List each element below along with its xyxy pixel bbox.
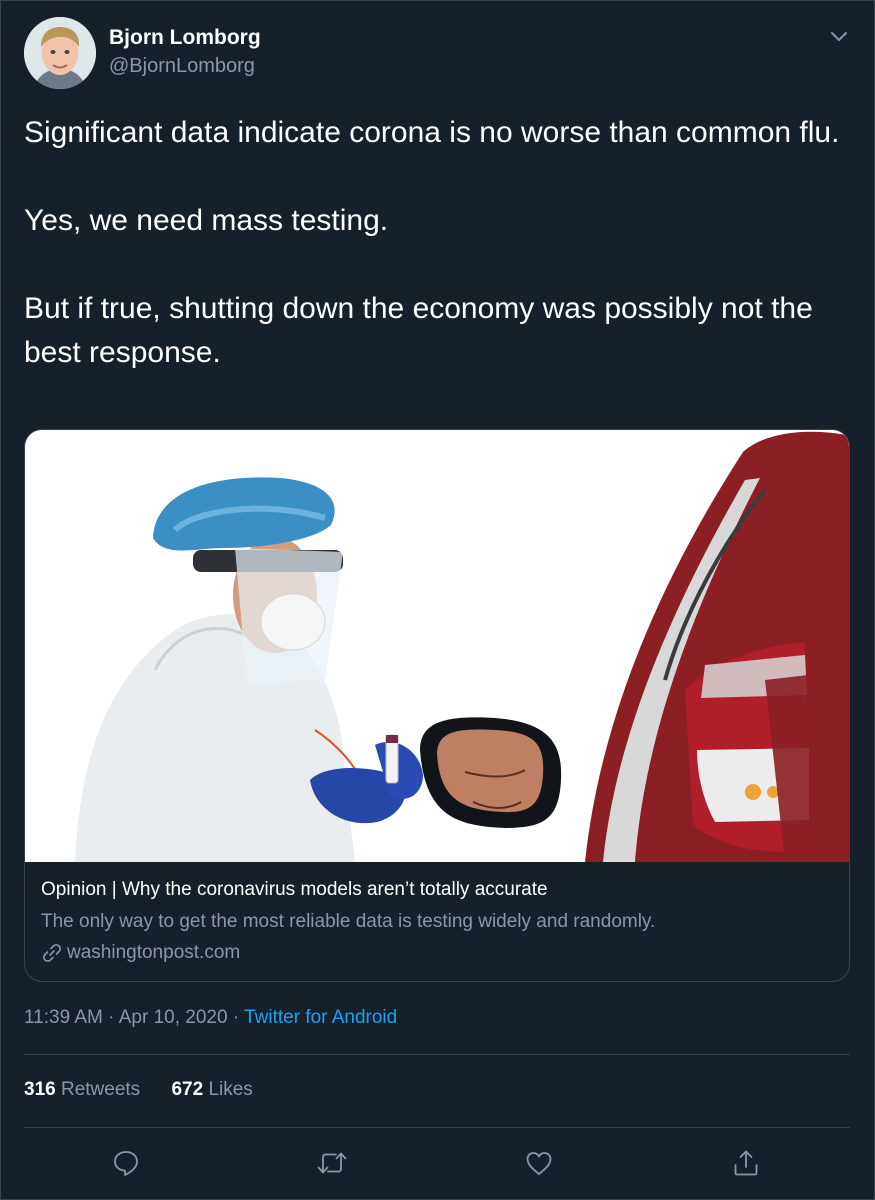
- share-icon: [731, 1148, 761, 1183]
- link-card[interactable]: Opinion | Why the coronavirus models are…: [24, 429, 850, 982]
- reply-icon: [111, 1148, 141, 1183]
- tweet-source[interactable]: Twitter for Android: [244, 1007, 397, 1028]
- retweets-count: 316: [24, 1079, 56, 1100]
- meta-separator: ·: [227, 1007, 245, 1028]
- tweet-actions: [24, 1141, 850, 1191]
- link-icon: [41, 942, 63, 964]
- tweet-date[interactable]: Apr 10, 2020: [119, 1007, 228, 1028]
- divider: [24, 1127, 850, 1128]
- card-domain-text: washingtonpost.com: [67, 942, 241, 963]
- heart-icon: [524, 1148, 554, 1183]
- chevron-down-icon[interactable]: [827, 26, 851, 46]
- card-domain[interactable]: washingtonpost.com: [41, 942, 240, 964]
- likes-stat[interactable]: 672 Likes: [171, 1079, 252, 1100]
- tweet-text: Significant data indicate corona is no w…: [24, 111, 844, 375]
- retweets-stat[interactable]: 316 Retweets: [24, 1079, 140, 1100]
- tweet-time[interactable]: 11:39 AM: [24, 1007, 103, 1028]
- author-display-name[interactable]: Bjorn Lomborg: [109, 26, 261, 50]
- tweet-paragraph: But if true, shutting down the economy w…: [24, 292, 813, 369]
- like-button[interactable]: [523, 1149, 555, 1181]
- reply-button[interactable]: [110, 1149, 142, 1181]
- meta-separator: ·: [102, 1007, 119, 1028]
- divider: [24, 1054, 850, 1055]
- tweet-stats: 316 Retweets 672 Likes: [24, 1079, 279, 1101]
- share-button[interactable]: [730, 1149, 762, 1181]
- likes-label: Likes: [208, 1079, 253, 1100]
- tweet-paragraph: Significant data indicate corona is no w…: [24, 116, 840, 149]
- card-title[interactable]: Opinion | Why the coronavirus models are…: [41, 879, 548, 901]
- retweets-label: Retweets: [60, 1079, 141, 1100]
- card-image[interactable]: [25, 430, 849, 862]
- card-description: The only way to get the most reliable da…: [41, 911, 656, 932]
- retweet-button[interactable]: [316, 1149, 348, 1181]
- tweet-meta: 11:39 AM · Apr 10, 2020 · Twitter for An…: [24, 1007, 397, 1029]
- avatar[interactable]: [24, 17, 96, 89]
- retweet-icon: [316, 1148, 348, 1183]
- tweet: Bjorn Lomborg @BjornLomborg Significant …: [0, 0, 875, 1200]
- tweet-paragraph: Yes, we need mass testing.: [24, 204, 389, 237]
- author-handle[interactable]: @BjornLomborg: [109, 55, 255, 78]
- likes-count: 672: [171, 1079, 204, 1100]
